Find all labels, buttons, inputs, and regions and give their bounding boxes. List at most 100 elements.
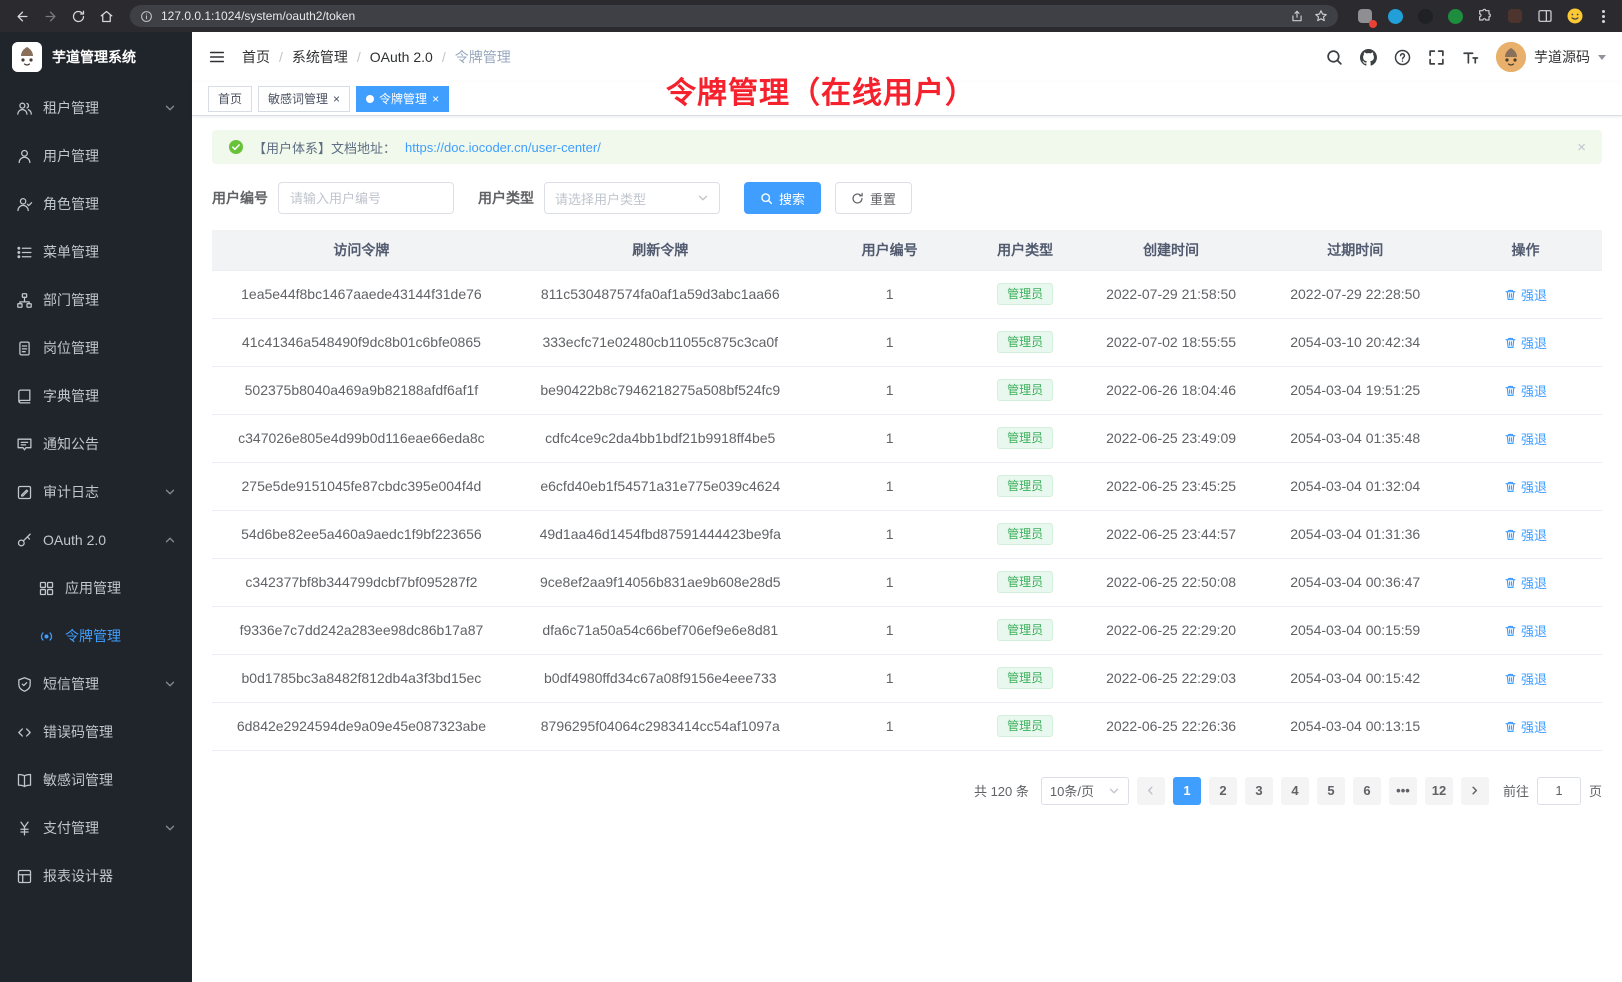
force-logout-button[interactable]: 强退 — [1504, 381, 1547, 400]
breadcrumb-item[interactable]: OAuth 2.0 — [348, 49, 433, 65]
sidebar-item-menu[interactable]: 菜单管理 — [0, 228, 192, 276]
breadcrumb-item[interactable]: 首页 — [242, 47, 270, 67]
github-icon[interactable] — [1360, 49, 1377, 66]
page-number-button[interactable]: 1 — [1173, 777, 1201, 805]
forward-icon[interactable] — [38, 4, 62, 28]
sidebar-item-user[interactable]: 用户管理 — [0, 132, 192, 180]
sidebar-item-oauth[interactable]: OAuth 2.0 — [0, 516, 192, 564]
page-number-button[interactable]: 4 — [1281, 777, 1309, 805]
refresh-token-cell: 333ecfc71e02480cb11055c875c3ca0f — [511, 318, 810, 366]
help-icon[interactable] — [1394, 49, 1411, 66]
org-tree-icon — [16, 292, 33, 309]
delete-icon — [1504, 384, 1517, 397]
page-number-button[interactable]: 2 — [1209, 777, 1237, 805]
column-header: 操作 — [1449, 230, 1602, 270]
collapse-menu-icon[interactable] — [208, 48, 226, 66]
expire-time-cell: 2054-03-04 00:13:15 — [1261, 702, 1449, 750]
sidebar-item-sms[interactable]: 短信管理 — [0, 660, 192, 708]
view-tab[interactable]: 首页 — [208, 86, 252, 112]
view-tab[interactable]: 敏感词管理 — [258, 86, 350, 112]
browser-menu-icon[interactable] — [1594, 10, 1612, 23]
sidebar-item-pay[interactable]: 支付管理 — [0, 804, 192, 852]
site-info-icon[interactable] — [140, 10, 153, 23]
view-tab[interactable]: 令牌管理 — [356, 86, 449, 112]
sidebar-item-post[interactable]: 岗位管理 — [0, 324, 192, 372]
url-text: 127.0.0.1:1024/system/oauth2/token — [161, 9, 1282, 23]
puzzle-extensions-icon[interactable] — [1476, 7, 1494, 25]
browser-profile-avatar[interactable] — [1566, 7, 1584, 25]
url-bar[interactable]: 127.0.0.1:1024/system/oauth2/token — [130, 5, 1338, 27]
table-row: 41c41346a548490f9dc8b01c6bfe0865 333ecfc… — [212, 318, 1602, 366]
force-logout-label: 强退 — [1521, 429, 1547, 448]
close-icon[interactable] — [333, 93, 340, 105]
breadcrumb-item[interactable]: 系统管理 — [270, 47, 348, 67]
sidebar-item-oauth-app[interactable]: 应用管理 — [0, 564, 192, 612]
split-view-icon[interactable] — [1536, 7, 1554, 25]
force-logout-button[interactable]: 强退 — [1504, 285, 1547, 304]
force-logout-button[interactable]: 强退 — [1504, 669, 1547, 688]
bookmark-star-icon[interactable] — [1314, 9, 1328, 23]
sidebar-item-sensitive[interactable]: 敏感词管理 — [0, 756, 192, 804]
force-logout-button[interactable]: 强退 — [1504, 477, 1547, 496]
reset-button[interactable]: 重置 — [835, 182, 912, 214]
extension-icon[interactable] — [1506, 7, 1524, 25]
user-type-cell: 管理员 — [970, 702, 1081, 750]
expire-time-cell: 2054-03-04 01:35:48 — [1261, 414, 1449, 462]
reload-icon[interactable] — [66, 4, 90, 28]
search-button[interactable]: 搜索 — [744, 182, 821, 214]
sidebar-item-notice[interactable]: 通知公告 — [0, 420, 192, 468]
app-logo[interactable]: 芋道管理系统 — [0, 32, 192, 82]
page-number-button[interactable]: 5 — [1317, 777, 1345, 805]
sidebar-item-label: 支付管理 — [43, 818, 154, 838]
search-icon[interactable] — [1326, 49, 1343, 66]
sidebar-item-tenant[interactable]: 租户管理 — [0, 84, 192, 132]
prev-page-button[interactable] — [1137, 777, 1165, 805]
doc-link[interactable]: https://doc.iocoder.cn/user-center/ — [405, 140, 601, 155]
user-icon — [16, 148, 33, 165]
sidebar-item-dict[interactable]: 字典管理 — [0, 372, 192, 420]
force-logout-label: 强退 — [1521, 717, 1547, 736]
force-logout-button[interactable]: 强退 — [1504, 525, 1547, 544]
sidebar-item-label: 应用管理 — [65, 578, 176, 598]
extension-icon[interactable] — [1446, 7, 1464, 25]
sidebar-item-audit[interactable]: 审计日志 — [0, 468, 192, 516]
sidebar-item-errorcode[interactable]: 错误码管理 — [0, 708, 192, 756]
force-logout-button[interactable]: 强退 — [1504, 573, 1547, 592]
force-logout-button[interactable]: 强退 — [1504, 621, 1547, 640]
force-logout-button[interactable]: 强退 — [1504, 333, 1547, 352]
sidebar-item-role[interactable]: 角色管理 — [0, 180, 192, 228]
user-type-cell: 管理员 — [970, 414, 1081, 462]
font-size-icon[interactable] — [1462, 49, 1479, 66]
user-menu[interactable]: 芋道源码 — [1496, 42, 1606, 72]
fullscreen-icon[interactable] — [1428, 49, 1445, 66]
force-logout-button[interactable]: 强退 — [1504, 717, 1547, 736]
sidebar-item-dept[interactable]: 部门管理 — [0, 276, 192, 324]
extension-icon[interactable] — [1386, 7, 1404, 25]
back-icon[interactable] — [10, 4, 34, 28]
page-number-button[interactable]: 6 — [1353, 777, 1381, 805]
page-number-button[interactable]: 3 — [1245, 777, 1273, 805]
browser-chrome: 127.0.0.1:1024/system/oauth2/token — [0, 0, 1622, 32]
extension-icon[interactable] — [1416, 7, 1434, 25]
user-type-cell: 管理员 — [970, 654, 1081, 702]
access-token-cell: c342377bf8b344799dcbf7bf095287f2 — [212, 558, 511, 606]
home-icon[interactable] — [94, 4, 118, 28]
page-number-button[interactable]: ••• — [1389, 777, 1417, 805]
page-number-button[interactable]: 12 — [1425, 777, 1453, 805]
extension-icon[interactable] — [1356, 7, 1374, 25]
goto-page-input[interactable] — [1537, 777, 1581, 805]
breadcrumb-item[interactable]: 令牌管理 — [433, 47, 511, 67]
logo-image — [12, 42, 42, 72]
close-icon[interactable] — [432, 93, 439, 105]
sidebar-item-oauth-token[interactable]: 令牌管理 — [0, 612, 192, 660]
page-size-select[interactable]: 10条/页 — [1041, 777, 1129, 805]
force-logout-button[interactable]: 强退 — [1504, 429, 1547, 448]
next-page-button[interactable] — [1461, 777, 1489, 805]
expire-time-cell: 2054-03-04 00:15:42 — [1261, 654, 1449, 702]
user-id-input[interactable] — [278, 182, 454, 214]
user-type-select[interactable]: 请选择用户类型 — [544, 182, 720, 214]
close-icon[interactable] — [1577, 139, 1586, 156]
action-cell: 强退 — [1449, 510, 1602, 558]
share-icon[interactable] — [1290, 9, 1304, 23]
sidebar-item-report[interactable]: 报表设计器 — [0, 852, 192, 900]
